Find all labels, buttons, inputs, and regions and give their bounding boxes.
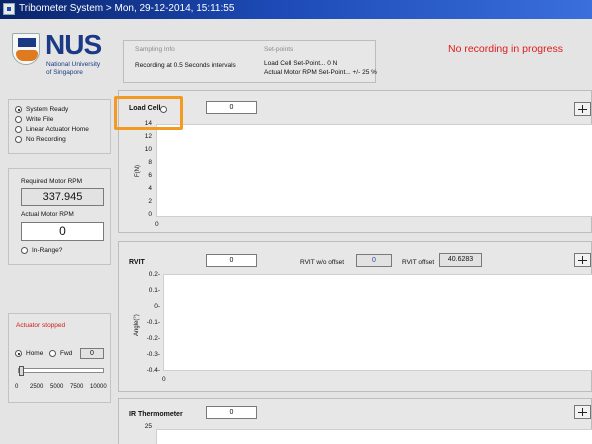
y-tick: 0 [148, 211, 152, 218]
setpoint-load: Load Cell Set-Point... 0 N [264, 60, 338, 67]
actuator-value: 0 [80, 348, 104, 359]
rvit-no-offset-label: RVIT w/o offset [300, 259, 345, 266]
y-tick: 2 [148, 198, 152, 205]
window-title: Tribometer System > Mon, 29-12-2014, 15:… [19, 3, 235, 14]
y-tick: 0.1- [148, 287, 160, 294]
load-cell-section: Load Cell 0 F(N) 14 12 10 8 6 4 2 0 0 [118, 90, 592, 233]
ir-thermometer-section: IR Thermometer 0 25 [118, 398, 592, 444]
recording-status: No recording in progress [448, 43, 563, 55]
x-tick: 0 [162, 376, 166, 383]
graph-palette-icon[interactable] [574, 405, 591, 419]
radio-icon[interactable] [15, 350, 22, 357]
radio-icon[interactable] [15, 126, 22, 133]
rvit-section: RVIT 0 RVIT w/o offset 0 RVIT offset 40.… [118, 241, 592, 392]
rvit-offset-label: RVIT offset [402, 259, 435, 266]
y-tick: -0.3- [146, 351, 160, 358]
motor-panel: Required Motor RPM 337.945 Actual Motor … [8, 168, 111, 265]
rvit-value: 0 [206, 254, 257, 267]
slider-thumb[interactable] [19, 366, 24, 376]
y-tick: 8 [148, 159, 152, 166]
required-rpm-value: 337.945 [21, 188, 104, 206]
mode-option-no-recording[interactable]: No Recording [15, 136, 66, 143]
slider-scale: 0 2500 5000 7500 10000 [15, 384, 107, 390]
actuator-panel: Actuator stopped Home Fwd 0 0 2500 5000 … [8, 313, 111, 403]
nus-crest-icon [12, 33, 40, 65]
setpoint-rpm: Actual Motor RPM Set-Point... +/- 25 % [264, 69, 377, 76]
setpoints-header: Set-points [264, 46, 294, 53]
actuator-slider[interactable] [18, 366, 104, 376]
y-tick: 6 [148, 172, 152, 179]
sampling-info-header: Sampling Info [135, 46, 175, 53]
actuator-status: Actuator stopped [16, 322, 66, 329]
y-tick: -0.4- [146, 367, 160, 374]
mode-option-write-file[interactable]: Write File [15, 116, 53, 123]
load-cell-plot[interactable] [156, 124, 592, 217]
rvit-label: RVIT [129, 259, 145, 266]
actuator-fwd-option[interactable]: Fwd [49, 350, 72, 357]
y-tick: 12 [144, 133, 152, 140]
mode-option-system-ready[interactable]: System Ready [15, 106, 68, 113]
ir-thermometer-label: IR Thermometer [129, 411, 183, 418]
graph-palette-icon[interactable] [574, 102, 591, 116]
ir-thermometer-plot[interactable] [156, 429, 592, 444]
nus-logo: NUS National University of Singapore [12, 29, 116, 89]
actual-rpm-value: 0 [21, 222, 104, 241]
required-rpm-label: Required Motor RPM [21, 178, 83, 185]
radio-icon[interactable] [15, 116, 22, 123]
y-tick: -0.1- [146, 319, 160, 326]
rvit-no-offset-value: 0 [356, 254, 392, 267]
y-tick: 10 [144, 146, 152, 153]
actuator-home-option[interactable]: Home [15, 350, 43, 357]
actual-rpm-label: Actual Motor RPM [21, 211, 74, 218]
graph-palette-icon[interactable] [574, 253, 591, 267]
rvit-offset-value: 40.6283 [439, 253, 482, 267]
mode-option-actuator-home[interactable]: Linear Actuator Home [15, 126, 89, 133]
in-range-indicator: In-Range? [21, 247, 62, 254]
y-tick: 25 [144, 423, 152, 430]
y-tick: 0.2- [148, 271, 160, 278]
y-tick: -0.2- [146, 335, 160, 342]
y-tick: 0- [154, 303, 160, 310]
rvit-plot[interactable] [163, 274, 592, 371]
logo-wordmark: NUS [45, 29, 102, 60]
led-icon [21, 247, 28, 254]
ir-thermometer-value: 0 [206, 406, 257, 419]
x-tick: 0 [155, 221, 159, 228]
radio-icon[interactable] [49, 350, 56, 357]
logo-subtitle: National University of Singapore [46, 61, 101, 76]
sampling-info-text: Recording at 0.5 Seconds intervals [135, 62, 236, 69]
mode-panel: System Ready Write File Linear Actuator … [8, 99, 111, 154]
radio-icon[interactable] [15, 106, 22, 113]
load-cell-value: 0 [206, 101, 257, 114]
window-title-bar[interactable]: Tribometer System > Mon, 29-12-2014, 15:… [0, 0, 592, 19]
sampling-info-panel: Sampling Info Recording at 0.5 Seconds i… [123, 40, 377, 83]
app-icon [3, 3, 15, 15]
highlight-box [114, 96, 183, 130]
radio-icon[interactable] [15, 136, 22, 143]
y-tick: 4 [148, 185, 152, 192]
